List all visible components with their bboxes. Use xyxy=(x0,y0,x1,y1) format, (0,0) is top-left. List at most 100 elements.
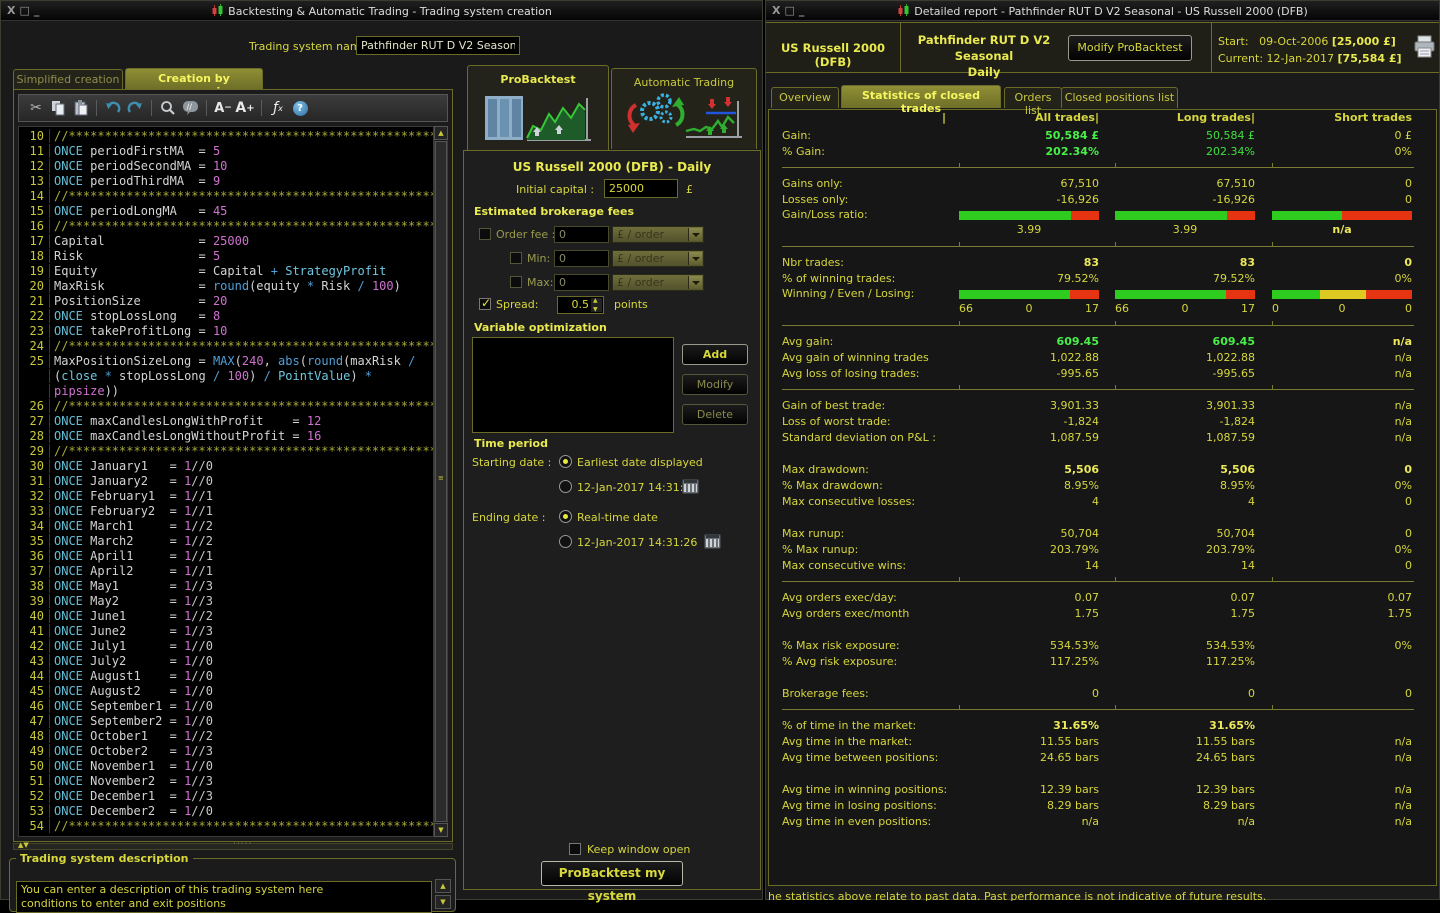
stat-value: 0 xyxy=(1272,177,1412,190)
report-header: US Russell 2000 (DFB) Pathfinder RUT D V… xyxy=(766,22,1439,73)
description-scroll-up-icon[interactable]: ▲ xyxy=(435,879,451,893)
code-line: 21PositionSize = 20 xyxy=(19,294,433,309)
code-line: 33ONCE February2 = 1//1 xyxy=(19,504,433,519)
keep-window-checkbox[interactable] xyxy=(569,843,581,855)
decrease-font-icon[interactable]: A− xyxy=(212,97,234,119)
starting-date-radio[interactable] xyxy=(559,480,572,493)
order-fee-unit-select[interactable]: £ / order xyxy=(612,226,704,243)
tab-creation-by-programming[interactable]: Creation by programming xyxy=(125,68,263,89)
code-line: 45ONCE August2 = 1//0 xyxy=(19,684,433,699)
report-tab-statistics-of-closed-trades[interactable]: Statistics of closed trades xyxy=(841,85,1001,108)
paste-icon[interactable] xyxy=(69,97,91,119)
code-editor[interactable]: 10//************************************… xyxy=(18,126,434,837)
stat-value: 3,901.33 xyxy=(1115,399,1255,412)
code-line: 34ONCE March1 = 1//2 xyxy=(19,519,433,534)
tab-automatic-trading[interactable]: Automatic Trading xyxy=(611,68,757,149)
stat-value: 0.07 xyxy=(959,591,1099,604)
code-line: 16//************************************… xyxy=(19,219,433,234)
stat-row: Avg gain:609.45609.45n/a xyxy=(769,334,1436,350)
column-header: Long trades| xyxy=(1115,111,1255,124)
add-variable-button[interactable]: Add xyxy=(682,344,748,365)
starting-earliest-radio[interactable] xyxy=(559,455,572,468)
splitter-handle[interactable]: ▲▼ ····· xyxy=(13,843,453,850)
stat-value: 50,704 xyxy=(1115,527,1255,540)
code-line: 35ONCE March2 = 1//2 xyxy=(19,534,433,549)
report-tab-closed-positions-list[interactable]: Closed positions list xyxy=(1061,87,1178,108)
ending-date-radio[interactable] xyxy=(559,535,572,548)
code-line: 19Equity = Capital + StrategyProfit xyxy=(19,264,433,279)
order-fee-input[interactable] xyxy=(554,226,609,243)
comment-icon[interactable]: // xyxy=(179,97,201,119)
system-name-input[interactable] xyxy=(356,36,520,55)
min-fee-label: Min: xyxy=(527,252,550,265)
stat-value: 50,584 £ xyxy=(959,129,1099,142)
calendar-icon[interactable] xyxy=(682,479,699,494)
scroll-down-icon[interactable]: ▼ xyxy=(434,823,448,837)
start-label: Start: xyxy=(1218,35,1249,48)
stat-value: 117.25% xyxy=(1115,655,1255,668)
tab-probacktest[interactable]: ProBacktest xyxy=(467,65,609,151)
stat-value: 8.29 bars xyxy=(1115,799,1255,812)
help-icon[interactable]: ? xyxy=(289,97,311,119)
description-scroll-down-icon[interactable]: ▼ xyxy=(435,895,451,909)
max-fee-input[interactable] xyxy=(554,274,609,291)
modify-probacktest-button[interactable]: Modify ProBacktest xyxy=(1068,35,1192,61)
max-fee-checkbox[interactable] xyxy=(510,276,522,288)
min-fee-unit-select[interactable]: £ / order xyxy=(612,250,704,267)
min-fee-input[interactable] xyxy=(554,250,609,267)
max-fee-unit-select[interactable]: £ / order xyxy=(612,274,704,291)
stat-value: 4 xyxy=(1115,495,1255,508)
delete-variable-button[interactable]: Delete xyxy=(682,404,748,425)
chevron-down-icon[interactable] xyxy=(688,276,702,289)
modify-variable-button[interactable]: Modify xyxy=(682,374,748,395)
chevron-down-icon[interactable] xyxy=(688,252,702,265)
stat-value: 0% xyxy=(1272,479,1412,492)
calendar-icon[interactable] xyxy=(704,534,721,549)
function-icon[interactable]: ƒx xyxy=(267,97,289,119)
description-textarea[interactable]: You can enter a description of this trad… xyxy=(16,881,432,913)
spread-checkbox[interactable] xyxy=(479,298,491,310)
stat-row: Max runup:50,70450,7040 xyxy=(769,526,1436,542)
splitter-arrows-icon[interactable]: ▲▼ xyxy=(18,841,29,849)
report-tab-overview[interactable]: Overview xyxy=(771,87,839,108)
code-line: 40ONCE June1 = 1//2 xyxy=(19,609,433,624)
redo-icon[interactable] xyxy=(124,97,146,119)
statistics-table: |All trades|Long trades|Short tradesGain… xyxy=(768,109,1437,886)
stat-value: n/a xyxy=(1272,751,1412,764)
initial-capital-input[interactable] xyxy=(604,179,678,198)
spread-label: Spread: xyxy=(496,298,538,311)
varopt-listbox[interactable] xyxy=(472,337,674,433)
scroll-thumb[interactable]: ≡ xyxy=(435,141,447,822)
cut-icon[interactable]: ✂ xyxy=(25,97,47,119)
ending-realtime-radio[interactable] xyxy=(559,510,572,523)
spinner-icon[interactable] xyxy=(591,298,602,312)
stat-value: 0 xyxy=(1272,495,1412,508)
code-line: 13ONCE periodThirdMA = 9 xyxy=(19,174,433,189)
tab-simplified-creation[interactable]: Simplified creation xyxy=(13,69,123,89)
report-timeframe: Daily xyxy=(968,65,1001,79)
chevron-down-icon[interactable] xyxy=(688,228,702,241)
editor-scrollbar[interactable]: ▲ ≡ ▼ xyxy=(434,126,448,837)
section-separator xyxy=(769,239,1436,255)
report-tab-orders-list[interactable]: Orders list xyxy=(1004,87,1062,108)
probacktest-chart-icon xyxy=(483,136,593,149)
order-fee-checkbox[interactable] xyxy=(479,228,491,240)
initial-capital-label: Initial capital : xyxy=(516,183,594,196)
code-line: 37ONCE April2 = 1//1 xyxy=(19,564,433,579)
copy-icon[interactable] xyxy=(47,97,69,119)
increase-font-icon[interactable]: A+ xyxy=(234,97,256,119)
undo-icon[interactable] xyxy=(102,97,124,119)
print-icon[interactable] xyxy=(1414,35,1436,63)
scroll-up-icon[interactable]: ▲ xyxy=(434,126,448,140)
stat-value: n/a xyxy=(1272,415,1412,428)
current-date: 12-Jan-2017 xyxy=(1267,52,1335,65)
column-header: Short trades xyxy=(1272,111,1412,124)
system-name-label: Trading system name xyxy=(249,40,367,53)
min-fee-checkbox[interactable] xyxy=(510,252,522,264)
spread-input[interactable]: 0.5 xyxy=(557,296,604,314)
search-icon[interactable] xyxy=(157,97,179,119)
code-line: 29//************************************… xyxy=(19,444,433,459)
run-probacktest-button[interactable]: ProBacktest my system xyxy=(541,861,683,886)
code-line: 30ONCE January1 = 1//0 xyxy=(19,459,433,474)
time-period-title: Time period xyxy=(474,437,548,450)
